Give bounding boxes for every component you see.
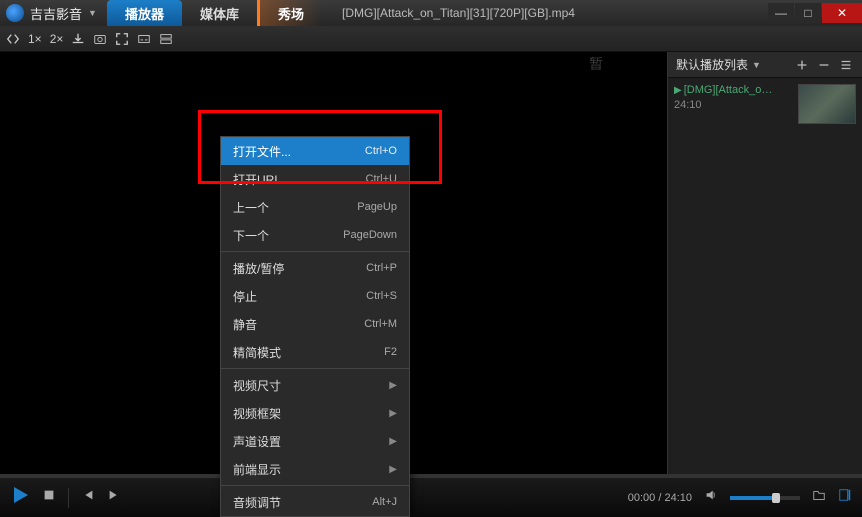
context-menu-item[interactable]: 播放/暂停Ctrl+P — [221, 254, 409, 282]
app-name: 吉吉影音 — [30, 4, 82, 23]
context-menu-label: 音频调节 — [233, 494, 372, 511]
speed-2x-button[interactable]: 2× — [50, 32, 64, 46]
play-button[interactable] — [10, 485, 30, 510]
playlist-dropdown-icon[interactable]: ▼ — [752, 60, 761, 70]
playlist-title[interactable]: 默认播放列表 — [676, 56, 748, 73]
tab-player[interactable]: 播放器 — [107, 0, 182, 26]
context-menu-shortcut: PageUp — [357, 201, 397, 213]
context-menu-item[interactable]: 精简模式F2 — [221, 338, 409, 366]
playback-controls: 00:00 / 24:10 — [0, 477, 862, 517]
context-menu-label: 打开文件... — [233, 143, 365, 160]
file-title: [DMG][Attack_on_Titan][31][720P][GB].mp4 — [322, 6, 767, 20]
context-menu-item[interactable]: 停止Ctrl+S — [221, 282, 409, 310]
context-menu-item[interactable]: 上一个PageUp — [221, 193, 409, 221]
playlist-remove-icon[interactable] — [816, 57, 832, 73]
main-area: 暂 默认播放列表 ▼ ▶[DMG][Attack_o… 24:10 — [0, 52, 862, 477]
volume-icon[interactable] — [704, 488, 718, 507]
submenu-arrow-icon: ▶ — [389, 380, 397, 391]
context-menu-shortcut: Ctrl+O — [365, 145, 397, 157]
stop-button[interactable] — [42, 488, 56, 507]
context-menu-item[interactable]: 下一个PageDown — [221, 221, 409, 249]
context-menu-separator — [221, 251, 409, 252]
context-menu-shortcut: Ctrl+S — [366, 290, 397, 302]
context-menu-label: 精简模式 — [233, 344, 384, 361]
context-menu-item[interactable]: 打开文件...Ctrl+O — [221, 137, 409, 165]
context-menu-label: 停止 — [233, 288, 366, 305]
context-menu-label: 声道设置 — [233, 433, 389, 450]
tab-show[interactable]: 秀场 — [257, 0, 322, 26]
context-menu-shortcut: Alt+J — [372, 496, 397, 508]
maximize-button[interactable]: □ — [795, 3, 821, 23]
playlist-menu-icon[interactable] — [838, 57, 854, 73]
open-file-icon[interactable] — [812, 488, 826, 507]
next-button[interactable] — [107, 488, 121, 507]
context-menu-item[interactable]: 打开URL...Ctrl+U — [221, 165, 409, 193]
context-menu-label: 播放/暂停 — [233, 260, 366, 277]
playlist-sidebar: 默认播放列表 ▼ ▶[DMG][Attack_o… 24:10 — [667, 52, 862, 477]
tab-library[interactable]: 媒体库 — [182, 0, 257, 26]
playlist-item-duration: 24:10 — [674, 99, 792, 111]
context-menu-label: 静音 — [233, 316, 364, 333]
context-menu-item[interactable]: 音频调节Alt+J — [221, 488, 409, 516]
subtitle-icon[interactable] — [137, 32, 151, 46]
tab-show-label: 秀场 — [278, 4, 304, 23]
speed-1x-button[interactable]: 1× — [28, 32, 42, 46]
watermark-text: 暂 — [589, 54, 607, 74]
context-menu-label: 视频框架 — [233, 405, 389, 422]
playlist-item[interactable]: ▶[DMG][Attack_o… 24:10 — [668, 78, 862, 130]
tab-library-label: 媒体库 — [200, 4, 239, 23]
back-forward-icon[interactable] — [6, 32, 20, 46]
context-menu-label: 打开URL... — [233, 171, 366, 188]
title-bar: 吉吉影音 ▼ 播放器 媒体库 秀场 [DMG][Attack_on_Titan]… — [0, 0, 862, 26]
fullscreen-icon[interactable] — [115, 32, 129, 46]
context-menu-item[interactable]: 声道设置▶ — [221, 427, 409, 455]
context-menu-label: 前端显示 — [233, 461, 389, 478]
context-menu-shortcut: PageDown — [343, 229, 397, 241]
playlist-item-name: ▶[DMG][Attack_o… — [674, 84, 792, 96]
context-menu-label: 视频尺寸 — [233, 377, 389, 394]
time-display: 00:00 / 24:10 — [628, 492, 692, 504]
app-menu-dropdown-icon[interactable]: ▼ — [88, 8, 97, 18]
context-menu: 打开文件...Ctrl+O打开URL...Ctrl+U上一个PageUp下一个P… — [220, 136, 410, 517]
export-icon[interactable] — [71, 32, 85, 46]
playlist-add-icon[interactable] — [794, 57, 810, 73]
close-button[interactable]: ✕ — [822, 3, 862, 23]
context-menu-shortcut: Ctrl+M — [364, 318, 397, 330]
minimize-button[interactable]: — — [768, 3, 794, 23]
context-menu-item[interactable]: 视频尺寸▶ — [221, 371, 409, 399]
submenu-arrow-icon: ▶ — [389, 408, 397, 419]
context-menu-item[interactable]: 前端显示▶ — [221, 455, 409, 483]
tab-player-label: 播放器 — [125, 4, 164, 23]
playing-indicator-icon: ▶ — [674, 85, 682, 96]
divider — [68, 488, 69, 508]
app-logo-icon — [6, 4, 24, 22]
toolbar: 1× 2× — [0, 26, 862, 52]
playlist-header: 默认播放列表 ▼ — [668, 52, 862, 78]
timeline-slider[interactable] — [0, 474, 862, 478]
context-menu-shortcut: Ctrl+P — [366, 262, 397, 274]
playlist-item-thumbnail — [798, 84, 856, 124]
context-menu-shortcut: F2 — [384, 346, 397, 358]
submenu-arrow-icon: ▶ — [389, 436, 397, 447]
context-menu-label: 下一个 — [233, 227, 343, 244]
context-menu-shortcut: Ctrl+U — [366, 173, 397, 185]
context-menu-item[interactable]: 静音Ctrl+M — [221, 310, 409, 338]
window-buttons: — □ ✕ — [767, 3, 862, 23]
context-menu-separator — [221, 485, 409, 486]
submenu-arrow-icon: ▶ — [389, 464, 397, 475]
volume-slider[interactable] — [730, 496, 800, 500]
settings-icon[interactable] — [159, 32, 173, 46]
snapshot-icon[interactable] — [93, 32, 107, 46]
context-menu-item[interactable]: 视频框架▶ — [221, 399, 409, 427]
context-menu-label: 上一个 — [233, 199, 357, 216]
context-menu-separator — [221, 368, 409, 369]
toggle-playlist-icon[interactable] — [838, 488, 852, 507]
prev-button[interactable] — [81, 488, 95, 507]
